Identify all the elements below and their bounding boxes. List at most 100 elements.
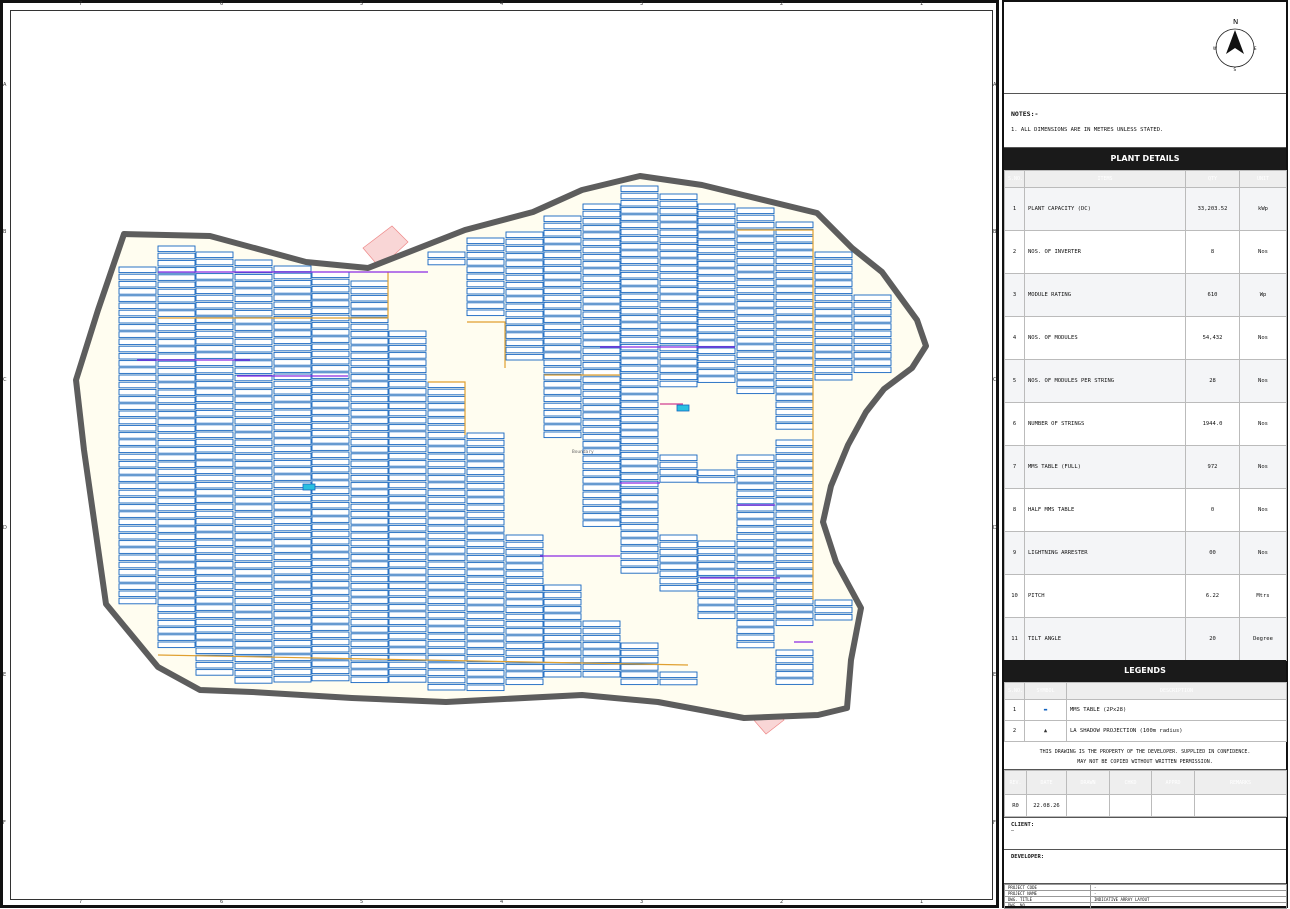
mms-table <box>814 265 853 273</box>
mms-table <box>697 217 736 225</box>
mms-table <box>234 403 273 411</box>
mms-table <box>582 311 621 319</box>
plant-details-row: 11 TILT ANGLE 20 Degree <box>1004 617 1287 661</box>
mms-table <box>466 432 505 440</box>
mms-table <box>350 453 389 460</box>
mms-table <box>427 467 466 475</box>
mms-table <box>659 207 698 215</box>
mms-table <box>505 245 544 253</box>
mms-table <box>775 351 814 358</box>
mms-table <box>273 373 312 381</box>
mms-table <box>311 444 350 451</box>
mms-table <box>659 251 698 258</box>
legend-col-sno: S.NO. <box>1004 682 1025 700</box>
mms-table <box>234 489 273 497</box>
plant-details-section: PLANT DETAILS S.NO. ITEMS QTY UNIT 1 PLAN… <box>1004 148 1287 661</box>
mms-table <box>620 250 659 257</box>
mms-table <box>427 503 466 511</box>
mms-table <box>234 605 273 612</box>
mms-table <box>775 271 814 279</box>
mms-table <box>234 540 273 547</box>
mms-table <box>350 496 389 504</box>
legend-symbol-cell: ▬ <box>1024 699 1067 721</box>
mms-table <box>466 287 505 295</box>
legend-desc-cell: MMS TABLE (2Px28) <box>1066 699 1287 721</box>
legend-symbol-cell: ▲ <box>1024 720 1067 742</box>
mms-table <box>350 446 389 453</box>
mms-table <box>659 265 698 273</box>
mms-table <box>157 274 196 281</box>
mms-table <box>659 337 698 345</box>
mms-table <box>273 308 312 316</box>
mms-table <box>543 366 582 374</box>
mms-table <box>388 460 427 467</box>
plant-sno-cell: 8 <box>1004 488 1025 532</box>
mms-table <box>388 661 427 669</box>
plant-details-row: 4 NOS. OF MODULES 54,432 Nos <box>1004 316 1287 360</box>
mms-table <box>311 638 350 646</box>
grid-row-label: E <box>3 672 6 678</box>
mms-table <box>427 460 466 468</box>
mms-table <box>697 354 736 362</box>
mms-table <box>234 525 273 533</box>
mms-table <box>118 352 157 360</box>
mms-table <box>427 590 466 597</box>
mms-table <box>736 329 775 337</box>
grid-column-label: 5 <box>360 899 363 905</box>
mms-table <box>736 337 775 344</box>
mms-table <box>582 491 621 499</box>
mms-table <box>582 505 621 513</box>
plant-qty-cell: 28 <box>1185 359 1240 403</box>
mms-table <box>118 525 157 533</box>
mms-table <box>157 303 196 310</box>
mms-table <box>157 324 196 332</box>
notes-heading: NOTES:- <box>1011 110 1039 118</box>
mms-table <box>234 518 273 526</box>
mms-table <box>311 285 350 293</box>
mms-table <box>775 612 814 619</box>
mms-table <box>234 396 273 403</box>
mms-table <box>620 300 659 308</box>
mms-table <box>234 569 273 576</box>
mms-table <box>582 670 621 678</box>
grid-row-label: D <box>3 525 7 531</box>
grid-row-label: A <box>3 82 7 88</box>
mms-table <box>505 563 544 570</box>
mms-table <box>697 347 736 355</box>
mms-table <box>543 301 582 309</box>
mms-table <box>195 618 234 626</box>
plant-unit-cell: Nos <box>1239 488 1287 532</box>
mms-table <box>157 526 196 533</box>
mms-table <box>273 589 312 597</box>
mms-table <box>814 352 853 359</box>
mms-table <box>388 611 427 618</box>
mms-table <box>620 502 659 509</box>
mms-table <box>118 496 157 504</box>
mms-table <box>350 330 389 338</box>
mms-table <box>736 365 775 373</box>
mms-table <box>620 480 659 488</box>
mms-table <box>273 431 312 438</box>
plant-sno-cell: 10 <box>1004 574 1025 618</box>
mms-table <box>814 273 853 280</box>
plant-details-row: 1 PLANT CAPACITY (DC) 33,203.52 kWp <box>1004 187 1287 231</box>
mms-table <box>697 605 736 612</box>
mms-table <box>350 374 389 381</box>
mms-table <box>697 304 736 311</box>
mms-table <box>659 373 698 381</box>
mms-table <box>157 375 196 382</box>
mms-table <box>118 460 157 468</box>
mms-table <box>157 475 196 483</box>
mms-table <box>697 598 736 605</box>
mms-table <box>736 272 775 279</box>
mms-table <box>736 598 775 606</box>
mms-table <box>775 293 814 301</box>
mms-table <box>195 388 234 395</box>
mms-table <box>659 563 698 570</box>
mms-table <box>620 552 659 560</box>
mms-table <box>582 210 621 218</box>
mms-table <box>273 647 312 654</box>
mms-table <box>273 294 312 301</box>
mms-table <box>697 361 736 369</box>
mms-table <box>157 411 196 418</box>
